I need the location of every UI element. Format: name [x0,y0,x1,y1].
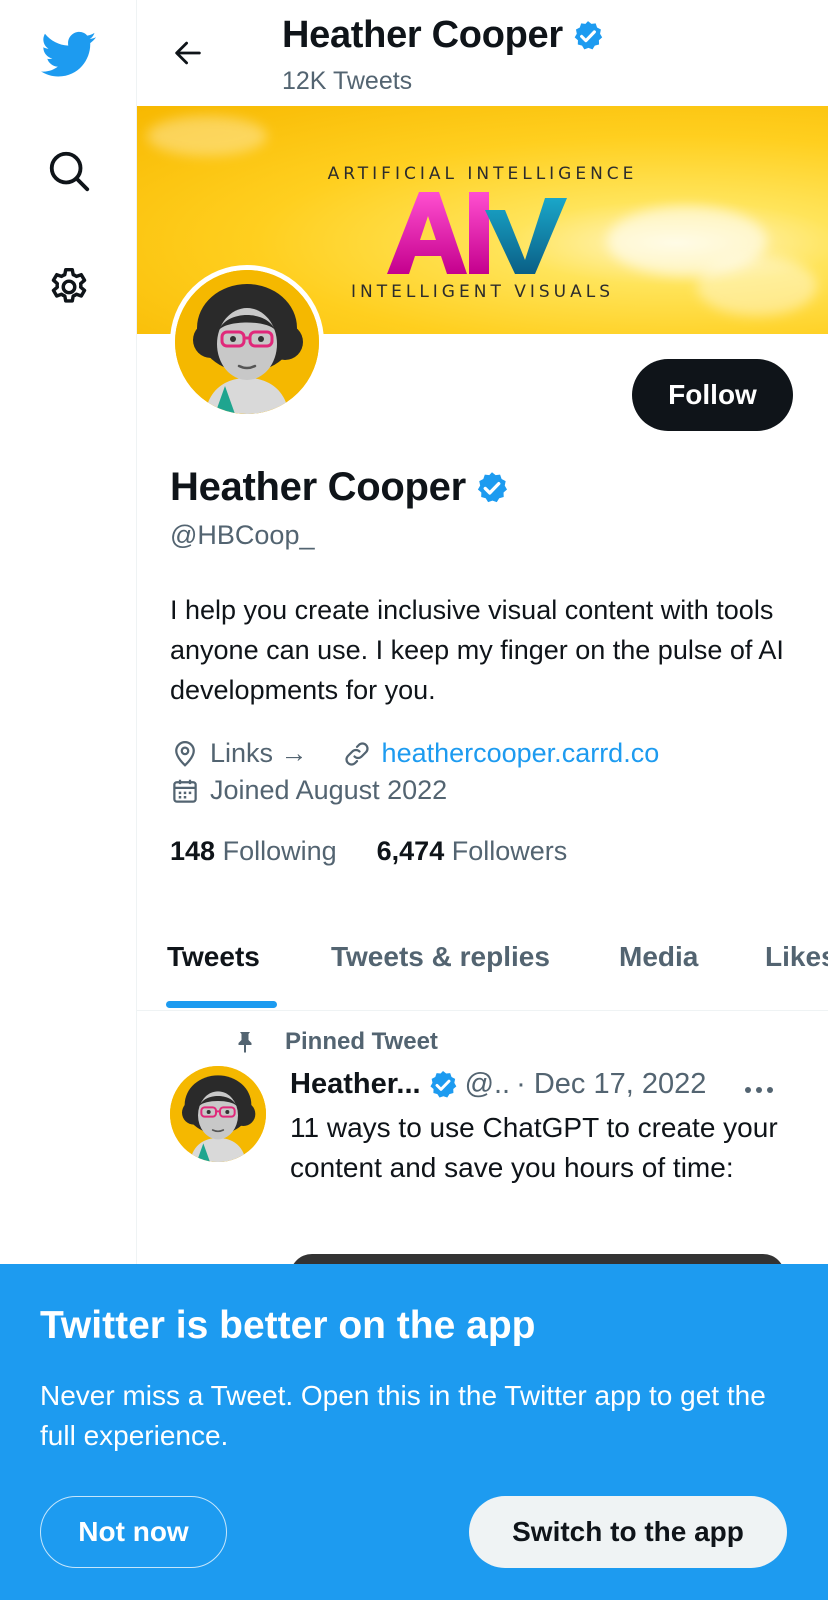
tweet-date[interactable]: · Dec 17, 2022 [516,1068,706,1101]
profile-name-text: Heather Cooper [170,465,466,509]
tweet-count: 12K Tweets [282,67,413,95]
follow-stats: 148 Following 6,474 Followers [170,836,567,867]
followers-count: 6,474 [376,836,445,866]
tweet-header: Heather... @.. · Dec 17, 2022 [290,1068,706,1101]
calendar-icon [170,776,200,806]
avatar-portrait [175,270,319,414]
location-text: Links → [210,738,308,768]
tweet-author-avatar[interactable] [170,1066,266,1162]
pinned-tweet[interactable]: Pinned Tweet Heather... @.. · Dec 17, 20… [137,1012,828,1272]
tweet-more-button[interactable] [737,1072,781,1108]
search-button[interactable] [40,142,98,200]
profile-avatar[interactable] [170,265,324,419]
pinned-label-row: Pinned Tweet [233,1028,438,1056]
verified-badge-icon [574,20,603,49]
joined-row: Joined August 2022 [170,775,447,806]
settings-button[interactable] [40,257,98,315]
banner-top-text: ARTIFICIAL INTELLIGENCE [327,164,638,184]
avatar-portrait [170,1066,266,1162]
app-promo-title: Twitter is better on the app [40,1304,536,1347]
following-label: Following [222,836,337,866]
app-promo-banner: Twitter is better on the app Never miss … [0,1264,828,1600]
tab-tweets[interactable]: Tweets [167,941,260,973]
follow-button[interactable]: Follow [632,359,793,431]
profile-bio: I help you create inclusive visual conte… [170,595,784,705]
location-pin-icon [170,739,200,769]
top-bar-name: Heather Cooper [282,14,605,57]
profile-meta-row: Links → heathercooper.carrd.co [170,738,659,769]
twitter-bird-icon [41,31,97,77]
tweet-text: 11 ways to use ChatGPT to create your co… [290,1112,778,1183]
profile-handle: @HBCoop_ [170,520,315,550]
tweet-author-handle[interactable]: @.. [465,1068,511,1101]
app-promo-description: Never miss a Tweet. Open this in the Twi… [40,1380,766,1451]
verified-badge-icon[interactable] [474,470,510,506]
tweet-author-name[interactable]: Heather... [290,1068,421,1101]
active-tab-indicator [166,1001,277,1008]
top-bar-name-text: Heather Cooper [282,14,563,56]
more-dots-icon [745,1087,773,1093]
tab-media[interactable]: Media [619,941,698,973]
followers-link[interactable]: 6,474 Followers [377,836,568,867]
profile-top-bar: Heather Cooper 12K Tweets [137,0,828,106]
link-icon [342,739,372,769]
following-link[interactable]: 148 Following [170,836,337,867]
arrow-left-icon [175,41,201,65]
not-now-button[interactable]: Not now [40,1496,227,1568]
pinned-label: Pinned Tweet [285,1028,438,1055]
twitter-home-link[interactable] [40,26,98,84]
settings-gear-icon [51,267,87,303]
joined-date: Joined August 2022 [210,775,448,805]
profile-tabs: Tweets Tweets & replies Media Likes [137,905,828,1011]
followers-label: Followers [451,836,568,866]
verified-badge-icon [430,1070,456,1098]
search-icon [49,151,90,192]
back-button[interactable] [165,30,211,76]
tab-tweets-replies[interactable]: Tweets & replies [331,941,550,973]
profile-name: Heather Cooper [170,465,510,510]
tab-likes[interactable]: Likes [765,941,828,973]
switch-to-app-button[interactable]: Switch to the app [469,1496,787,1568]
website-link[interactable]: heathercooper.carrd.co [382,738,660,769]
banner-logo [387,192,567,274]
pin-icon [238,1032,252,1053]
following-count: 148 [170,836,216,866]
